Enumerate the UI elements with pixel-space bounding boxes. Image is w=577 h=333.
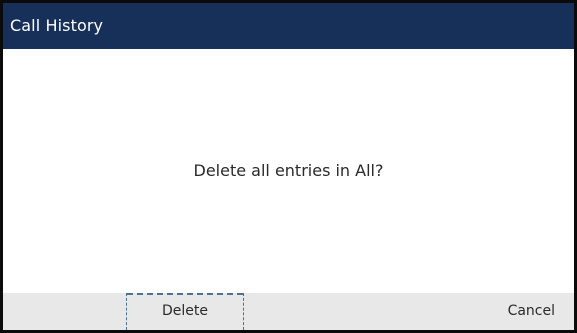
cancel-softkey-label: Cancel — [507, 303, 555, 319]
delete-softkey[interactable]: Delete — [126, 293, 244, 330]
delete-softkey-label: Delete — [162, 303, 208, 319]
confirm-message: Delete all entries in All? — [193, 161, 384, 180]
screen-title: Call History — [10, 16, 104, 35]
phone-screen: Call History Delete all entries in All? … — [0, 0, 577, 333]
title-bar: Call History — [3, 3, 574, 49]
softkey-bar: Delete Cancel — [3, 293, 574, 330]
dialog-content: Delete all entries in All? — [3, 49, 574, 296]
cancel-softkey[interactable]: Cancel — [464, 293, 574, 330]
